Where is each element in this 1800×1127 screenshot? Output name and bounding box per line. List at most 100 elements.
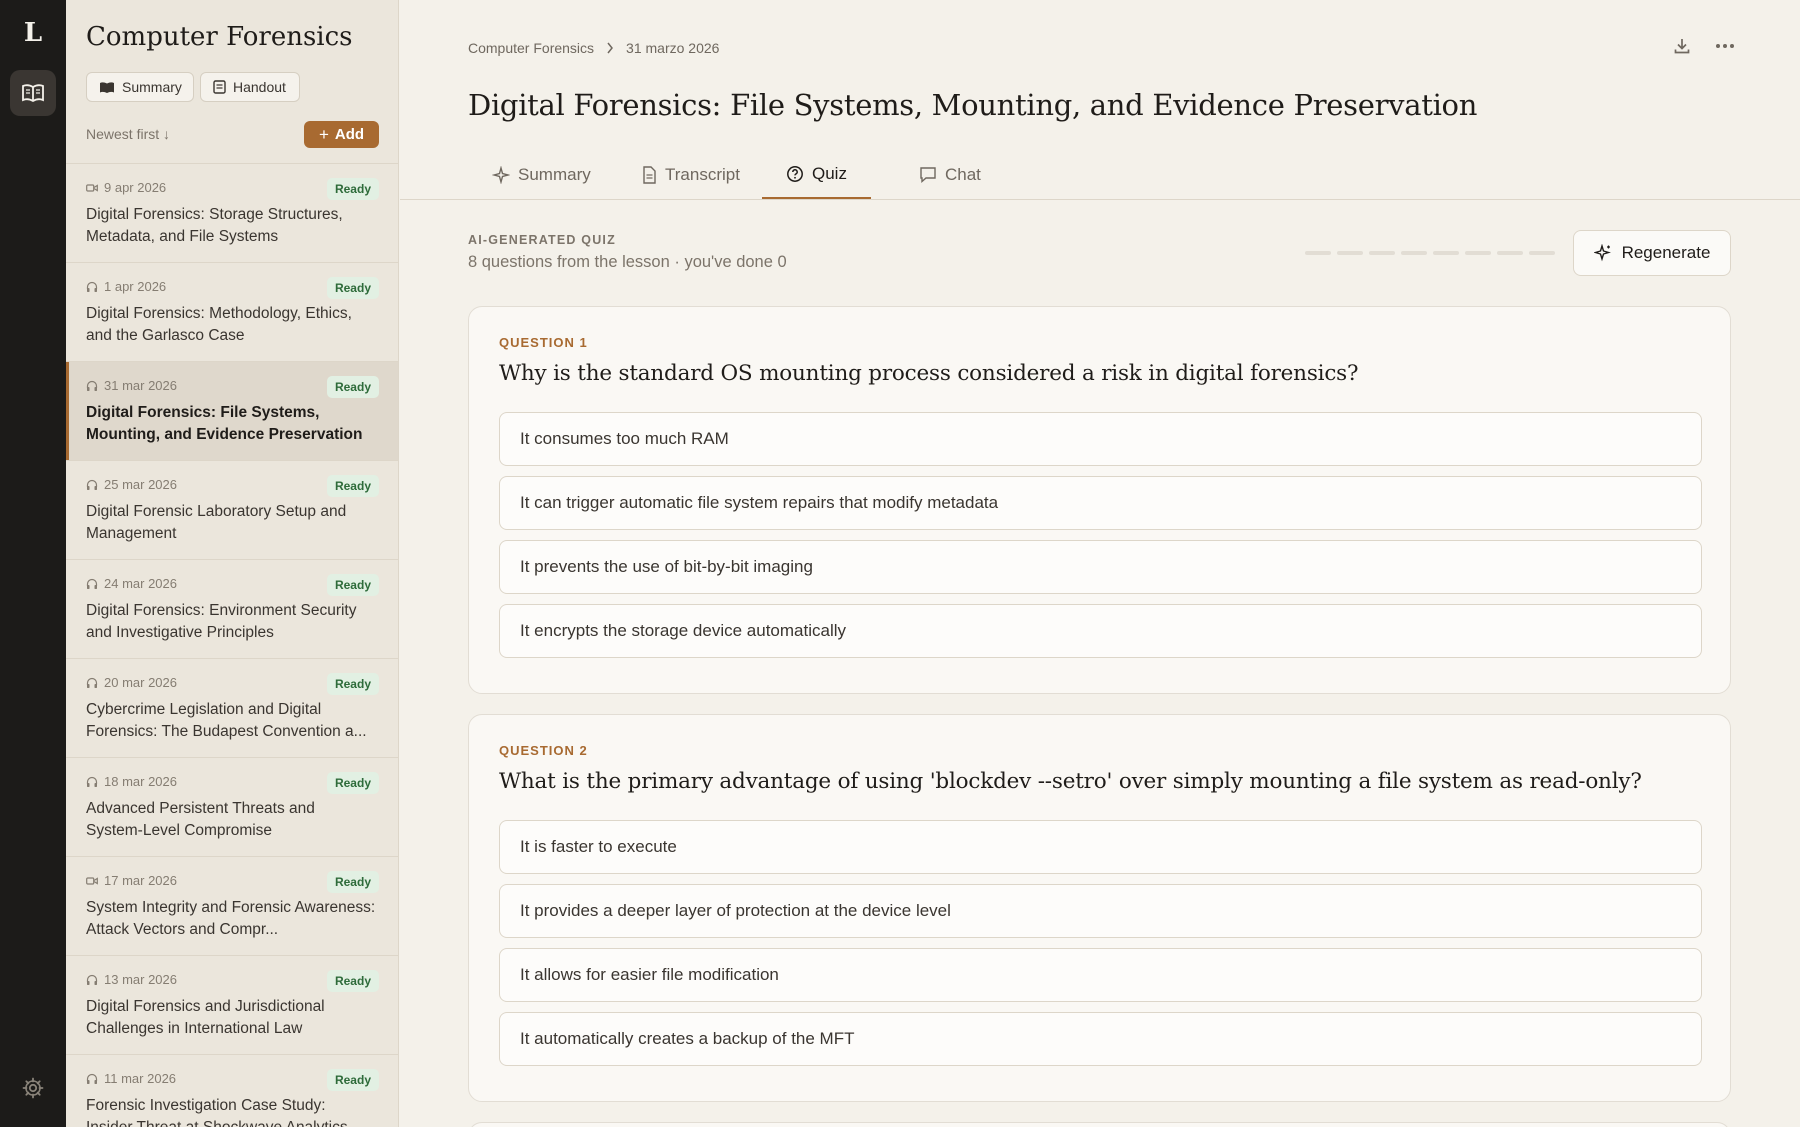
lesson-date: 31 mar 2026 [104,378,177,393]
headphones-icon [86,677,98,689]
status-badge: Ready [326,970,379,992]
status-badge: Ready [326,574,379,596]
lesson-meta: 1 apr 2026 [86,279,166,294]
main-content: Computer Forensics 31 marzo 2026 Digital… [400,0,1800,1127]
lesson-item[interactable]: 11 mar 2026 Ready Forensic Investigation C… [66,1054,398,1127]
breadcrumb-course[interactable]: Computer Forensics [468,40,594,56]
sparkle-icon [1593,244,1612,262]
course-summary-label: Summary [122,79,182,95]
answer-option[interactable]: It is faster to execute [499,820,1702,874]
handout-label: Handout [233,79,286,95]
sparkle-icon [492,166,510,184]
lesson-title: System Integrity and Forensic Awareness:… [86,899,376,938]
lesson-item[interactable]: 1 apr 2026 Ready Digital Forensics: Method… [66,262,398,361]
question-card [468,1122,1731,1127]
lesson-date: 18 mar 2026 [104,774,177,789]
download-icon[interactable] [1672,36,1692,56]
progress-segment [1305,251,1331,255]
headphones-icon [86,479,98,491]
lesson-item[interactable]: 25 mar 2026 Ready Digital Forensic Laborat… [66,460,398,559]
lesson-title: Digital Forensics and Jurisdictional Cha… [86,998,325,1037]
quiz-header: AI-GENERATED QUIZ 8 questions from the l… [468,233,787,272]
progress-segment [1369,251,1395,255]
lesson-title: Digital Forensics: Storage Structures, M… [86,206,343,245]
progress-segment [1337,251,1363,255]
lesson-title: Digital Forensics: Methodology, Ethics, … [86,305,352,344]
tab-transcript[interactable]: Transcript [618,150,764,200]
lesson-sidebar: Computer Forensics Summary Handout Newes… [66,0,399,1127]
answer-option[interactable]: It can trigger automatic file system rep… [499,476,1702,530]
question-card: QUESTION 2 What is the primary advantage… [468,714,1731,1102]
tab-summary-label: Summary [518,165,591,184]
add-lesson-button[interactable]: + Add [304,121,379,148]
lesson-meta: 13 mar 2026 [86,972,177,987]
progress-segment [1497,251,1523,255]
status-badge: Ready [326,376,379,398]
tab-summary[interactable]: Summary [468,150,615,200]
tab-transcript-label: Transcript [665,165,740,184]
lesson-meta: 25 mar 2026 [86,477,177,492]
tab-quiz[interactable]: Quiz [762,150,871,200]
answer-option[interactable]: It prevents the use of bit-by-bit imagin… [499,540,1702,594]
progress-segment [1529,251,1555,255]
lesson-date: 11 mar 2026 [104,1071,177,1086]
tab-quiz-label: Quiz [812,163,847,183]
progress-segment [1401,251,1427,255]
lesson-title: Digital Forensics: Environment Security … [86,602,357,641]
lesson-item[interactable]: 31 mar 2026 Ready Digital Forensics: File … [66,361,398,460]
answer-option[interactable]: It allows for easier file modification [499,948,1702,1002]
headphones-icon [86,974,98,986]
answer-option[interactable]: It provides a deeper layer of protection… [499,884,1702,938]
lesson-date: 24 mar 2026 [104,576,177,591]
status-badge: Ready [326,178,379,200]
video-icon [86,183,98,193]
course-summary-button[interactable]: Summary [86,72,194,102]
breadcrumb-date: 31 marzo 2026 [626,40,720,56]
question-card: QUESTION 1 Why is the standard OS mounti… [468,306,1731,694]
app-logo[interactable]: L [0,18,66,48]
tab-chat[interactable]: Chat [895,150,1005,200]
progress-segment [1465,251,1491,255]
lesson-date: 1 apr 2026 [104,279,167,294]
answer-option[interactable]: It consumes too much RAM [499,412,1702,466]
progress-segment [1433,251,1459,255]
lesson-item[interactable]: 17 mar 2026 Ready System Integrity and For… [66,856,398,955]
lesson-item[interactable]: 24 mar 2026 Ready Digital Forensics: Envir… [66,559,398,658]
library-nav-button[interactable] [10,70,56,116]
lesson-title: Advanced Persistent Threats and System-L… [86,800,315,839]
status-badge: Ready [326,673,379,695]
document-icon [642,166,657,184]
regenerate-button[interactable]: Regenerate [1573,230,1731,276]
lesson-item[interactable]: 9 apr 2026 Ready Digital Forensics: Storag… [66,163,398,262]
answer-option[interactable]: It encrypts the storage device automatic… [499,604,1702,658]
status-badge: Ready [326,277,379,299]
question-number: QUESTION 2 [499,743,588,758]
headphones-icon [86,380,98,392]
question-number: QUESTION 1 [499,335,588,350]
quiz-subtitle: 8 questions from the lesson · you've don… [468,253,787,271]
lesson-date: 17 mar 2026 [104,873,177,888]
lesson-item[interactable]: 20 mar 2026 Ready Cybercrime Legislation a… [66,658,398,757]
quiz-label: AI-GENERATED QUIZ [468,233,616,247]
settings-button[interactable] [21,1076,45,1100]
gear-icon [21,1076,45,1100]
chat-icon [919,166,937,184]
handout-button[interactable]: Handout [200,72,300,102]
chevron-right-icon [606,42,614,54]
answer-option[interactable]: It automatically creates a backup of the… [499,1012,1702,1066]
book-icon [21,83,45,103]
status-badge: Ready [326,871,379,893]
lesson-item[interactable]: 13 mar 2026 Ready Digital Forensics and Ju… [66,955,398,1054]
lesson-meta: 11 mar 2026 [86,1071,176,1086]
course-title: Computer Forensics [86,22,353,52]
lesson-meta: 9 apr 2026 [86,180,166,195]
more-options-icon[interactable] [1714,36,1736,56]
lesson-item[interactable]: 18 mar 2026 Ready Advanced Persistent Thre… [66,757,398,856]
sort-dropdown[interactable]: Newest first ↓ [86,126,170,142]
lesson-date: 25 mar 2026 [104,477,177,492]
lesson-meta: 20 mar 2026 [86,675,177,690]
status-badge: Ready [326,772,379,794]
lesson-meta: 24 mar 2026 [86,576,177,591]
quiz-progress [1305,251,1555,255]
page-title: Digital Forensics: File Systems, Mountin… [468,88,1478,122]
